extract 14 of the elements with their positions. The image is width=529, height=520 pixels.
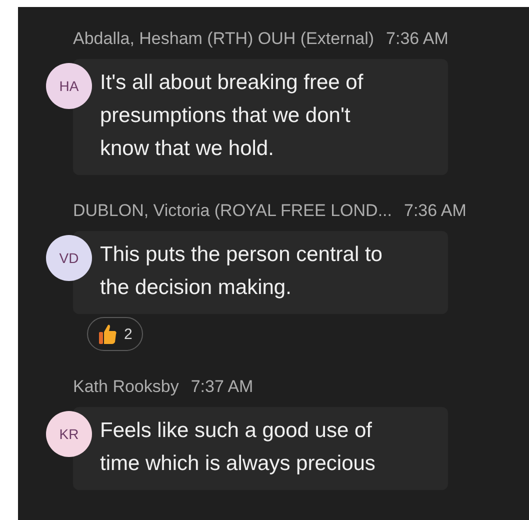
author-name: Abdalla, Hesham (RTH) OUH (External) <box>73 29 374 50</box>
avatar[interactable]: VD <box>46 235 92 281</box>
avatar[interactable]: KR <box>46 411 92 457</box>
message-text: It's all about breaking free of presumptions that we don't know that we hold. <box>100 70 364 162</box>
message-time: 7:36 AM <box>404 201 466 222</box>
message-time: 7:37 AM <box>190 377 254 398</box>
message-time: 7:36 AM <box>386 29 448 50</box>
reaction-button[interactable]: 2 <box>87 317 144 351</box>
avatar[interactable]: HA <box>46 63 92 109</box>
thumbs-up-icon <box>98 323 118 345</box>
author-name: DUBLON, Victoria (ROYAL FREE LOND... <box>73 201 392 222</box>
author-name: Kath Rooksby <box>73 377 179 398</box>
message-text: This puts the person central to the decision making. <box>100 242 384 301</box>
message-text: Feels like such a good use of time which is always precious <box>100 418 376 477</box>
